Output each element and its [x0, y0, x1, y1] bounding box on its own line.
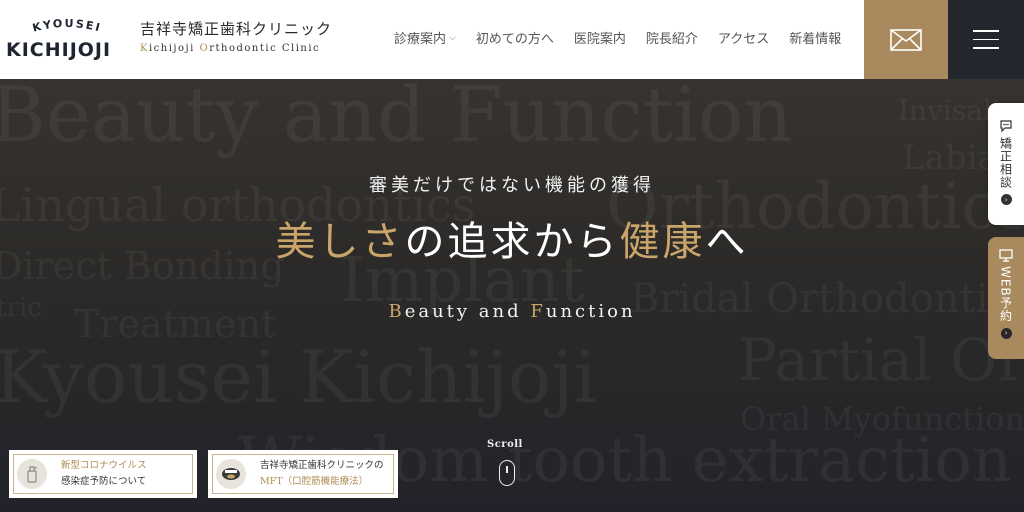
arrow-right-icon: ›: [1000, 194, 1012, 205]
bg-word: Kyousei Kichijoji: [0, 335, 597, 419]
mail-icon: [890, 28, 922, 51]
nav-item-clinic-info[interactable]: 医院案内: [574, 28, 626, 47]
bg-word: Partial Orthodontics: [738, 326, 1024, 394]
clinic-english-name: Kichijoji Orthodontic Clinic: [140, 43, 321, 54]
chevron-down-icon: ⌵: [449, 32, 456, 43]
side-tab-label: WEB予約: [998, 266, 1013, 323]
hero-title: 美しさの追求から健康へ: [275, 219, 749, 265]
nav-item-director[interactable]: 院長紹介: [646, 28, 698, 47]
menu-line: [973, 47, 999, 49]
site-header: KYOUSEI KICHIJOJI 吉祥寺矯正歯科クリニック Kichijoji…: [0, 0, 1024, 79]
contact-mail-button[interactable]: [864, 0, 948, 79]
mouth-icon: [216, 459, 246, 489]
nav-item-access[interactable]: アクセス: [718, 28, 769, 47]
menu-line: [973, 30, 999, 32]
hero-subtitle: 審美だけではない機能の獲得: [369, 175, 655, 196]
side-tab-label: 矯正相談: [998, 137, 1013, 189]
monitor-icon: [999, 249, 1013, 262]
scroll-mouse-icon[interactable]: [499, 460, 515, 486]
logo-main-text: KICHIJOJI: [6, 39, 112, 61]
logo-arc-text: KYOUSEI: [31, 17, 103, 35]
chat-icon: [1000, 120, 1012, 133]
svg-text:KYOUSEI: KYOUSEI: [31, 17, 103, 35]
arrow-right-icon: ›: [1000, 327, 1012, 339]
menu-line: [973, 38, 999, 41]
bg-word: Beauty and Function: [0, 79, 793, 159]
clinic-name: 吉祥寺矯正歯科クリニック: [140, 20, 333, 38]
main-nav: 診療案内 ⌵ 初めての方へ 医院案内 院長紹介 アクセス 新着情報: [394, 28, 841, 47]
hero-section: Beauty and Function Invisalign Labial Li…: [0, 79, 1024, 512]
hamburger-menu-button[interactable]: [948, 0, 1024, 79]
clinic-logo[interactable]: KYOUSEI KICHIJOJI: [4, 12, 134, 72]
card-text: 新型コロナウイルス 感染症予防について: [61, 460, 147, 487]
scroll-label: Scroll: [487, 439, 523, 450]
sanitizer-icon: [17, 459, 47, 489]
consultation-side-tab[interactable]: 矯正相談 ›: [988, 103, 1024, 225]
nav-item-news[interactable]: 新着情報: [789, 28, 841, 47]
web-reservation-side-tab[interactable]: WEB予約 ›: [988, 237, 1024, 359]
card-text: 吉祥寺矯正歯科クリニックの MFT（口腔筋機能療法）: [260, 460, 384, 487]
hero-english-tagline: Beauty and Function: [388, 301, 636, 322]
nav-item-first-visit[interactable]: 初めての方へ: [476, 28, 554, 47]
nav-item-treatment[interactable]: 診療案内 ⌵: [394, 28, 456, 47]
covid-notice-card[interactable]: 新型コロナウイルス 感染症予防について: [9, 450, 197, 498]
mft-info-card[interactable]: 吉祥寺矯正歯科クリニックの MFT（口腔筋機能療法）: [208, 450, 398, 498]
